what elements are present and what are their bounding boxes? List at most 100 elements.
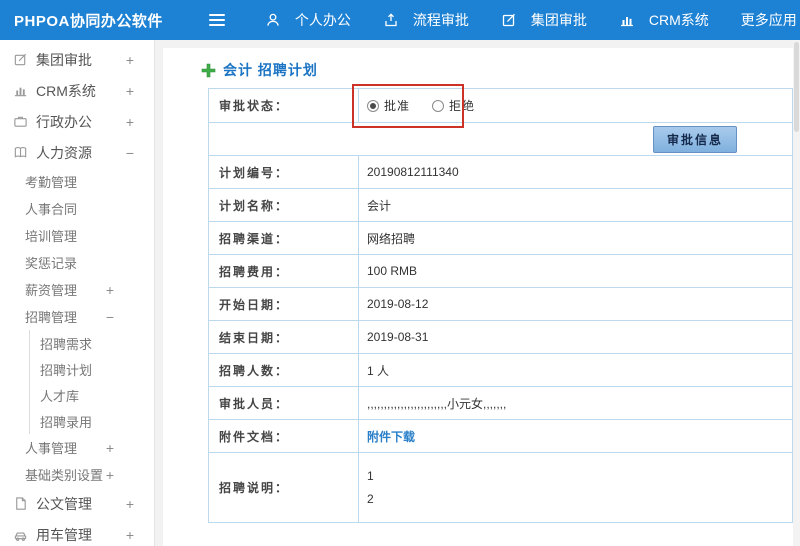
expand-toggle[interactable]: +: [126, 84, 134, 98]
sidebar-item-label: 基础类别设置: [25, 468, 104, 483]
field-label: 计划编号：: [209, 156, 359, 188]
sidebar-item-rewards[interactable]: 奖惩记录: [0, 249, 154, 276]
recruit-plan-detail-table: 审批状态： 批准 拒绝 审批信息 计划编号： 20190812111340 计划…: [208, 88, 793, 523]
field-label: 招聘费用：: [209, 255, 359, 287]
sidebar-item-vehicles[interactable]: 用车管理 +: [0, 519, 154, 546]
field-label: 招聘人数：: [209, 354, 359, 386]
field-value: 附件下载: [359, 420, 792, 452]
attachment-download-link[interactable]: 附件下载: [367, 428, 415, 445]
nav-group-approval[interactable]: 集团审批: [485, 0, 603, 40]
radio-button-icon[interactable]: [432, 99, 445, 112]
expand-toggle[interactable]: +: [106, 283, 114, 297]
page-title-row: 会计 招聘计划: [163, 48, 793, 80]
page-title: 会计 招聘计划: [223, 62, 318, 78]
sidebar-item-hr[interactable]: 人力资源 −: [0, 137, 154, 168]
form-row-description: 招聘说明： 1 2: [209, 453, 792, 523]
form-row-plan-number: 计划编号： 20190812111340: [209, 156, 792, 189]
radio-reject[interactable]: 拒绝: [432, 97, 475, 114]
bar-chart-icon: [619, 12, 636, 28]
field-label: 计划名称：: [209, 189, 359, 221]
scrollbar-thumb[interactable]: [794, 42, 799, 132]
scrollbar-track[interactable]: [793, 40, 800, 546]
field-value: 100 RMB: [367, 264, 418, 278]
field-value: 网络招聘: [367, 231, 416, 246]
field-value: 1 2: [359, 453, 792, 522]
nav-crm[interactable]: CRM系统: [603, 0, 725, 40]
sidebar-item-label: 人才库: [40, 388, 80, 404]
collapse-toggle[interactable]: −: [106, 310, 114, 324]
field-label: 审批人员：: [209, 387, 359, 419]
nav-item-label: CRM系统: [648, 12, 709, 28]
person-icon: [265, 12, 282, 28]
nav-item-label: 更多应用: [740, 12, 797, 28]
sidebar-item-label: 招聘管理: [25, 310, 78, 325]
sidebar-item-label: 奖惩记录: [25, 256, 78, 271]
sidebar-item-contracts[interactable]: 人事合同: [0, 195, 154, 222]
sidebar-item-personnel[interactable]: 人事管理 +: [0, 434, 154, 461]
expand-toggle[interactable]: +: [126, 53, 134, 67]
form-row-plan-name: 计划名称： 会计: [209, 189, 792, 222]
top-navbar: PHPOA协同办公软件 个人办公 流程审批 集团审批 CRM系统 更多应用: [0, 0, 800, 40]
document-icon: [12, 496, 29, 512]
sidebar-item-documents[interactable]: 公文管理 +: [0, 488, 154, 519]
collapse-toggle[interactable]: −: [126, 146, 134, 160]
car-icon: [12, 527, 29, 543]
sidebar-item-admin-office[interactable]: 行政办公 +: [0, 106, 154, 137]
sidebar-item-recruitment[interactable]: 招聘管理 −: [0, 303, 154, 330]
sidebar-item-label: 公文管理: [36, 495, 92, 512]
radio-button-icon[interactable]: [367, 99, 379, 112]
recruitment-submenu: 招聘需求 招聘计划 人才库 招聘录用: [29, 330, 154, 434]
bar-chart-icon: [12, 83, 29, 99]
field-label: 附件文档：: [209, 420, 359, 452]
field-value: 1 人: [367, 363, 390, 378]
nav-personal-office[interactable]: 个人办公: [249, 0, 367, 40]
sidebar-item-label: 集团审批: [36, 51, 92, 68]
expand-toggle[interactable]: +: [126, 528, 134, 542]
edit-square-icon: [501, 12, 518, 28]
form-row-cost: 招聘费用： 100 RMB: [209, 255, 792, 288]
sidebar-item-salary[interactable]: 薪资管理 +: [0, 276, 154, 303]
field-label: 结束日期：: [209, 321, 359, 353]
nav-item-label: 个人办公: [294, 12, 351, 28]
sidebar-item-talent-pool[interactable]: 人才库: [30, 382, 154, 408]
field-label: 审批状态：: [209, 89, 359, 122]
form-row-approvers: 审批人员： ,,,,,,,,,,,,,,,,,,,,,,,,小元女,,,,,,,: [209, 387, 792, 420]
sidebar-item-label: 培训管理: [25, 229, 78, 244]
menu-toggle-icon[interactable]: [203, 8, 231, 32]
radio-label: 批准: [384, 99, 411, 113]
field-value: 20190812111340: [367, 165, 459, 179]
sidebar-item-label: 招聘计划: [40, 362, 93, 378]
sidebar-item-label: 人力资源: [36, 144, 92, 161]
sidebar-item-group-approval[interactable]: 集团审批 +: [0, 44, 154, 75]
sidebar-item-label: 用车管理: [36, 526, 92, 543]
field-value: 2019-08-31: [367, 330, 429, 344]
sidebar-item-label: 人事管理: [25, 441, 78, 456]
expand-toggle[interactable]: +: [106, 468, 114, 482]
add-plus-icon: [201, 63, 216, 78]
approve-button-row: 审批信息: [209, 123, 792, 156]
sidebar-item-attendance[interactable]: 考勤管理: [0, 168, 154, 195]
top-nav-menu: 个人办公 流程审批 集团审批 CRM系统 更多应用: [249, 0, 800, 40]
sidebar-item-recruit-plan[interactable]: 招聘计划: [30, 356, 154, 382]
expand-toggle[interactable]: +: [126, 115, 134, 129]
field-value: 会计: [367, 198, 392, 213]
field-label: 开始日期：: [209, 288, 359, 320]
app-logo: PHPOA协同办公软件: [14, 12, 163, 30]
sidebar-item-base-category[interactable]: 基础类别设置 +: [0, 461, 154, 488]
sidebar-item-crm[interactable]: CRM系统 +: [0, 75, 154, 106]
approve-info-button[interactable]: 审批信息: [652, 125, 737, 153]
form-row-end-date: 结束日期： 2019-08-31: [209, 321, 792, 354]
expand-toggle[interactable]: +: [106, 441, 114, 455]
sidebar-item-recruit-hire[interactable]: 招聘录用: [30, 408, 154, 434]
radio-approve[interactable]: 批准: [367, 97, 410, 114]
sidebar: 集团审批 + CRM系统 + 行政办公 + 人力资源 − 考勤管理 人事合同 培…: [0, 40, 155, 546]
sidebar-item-recruit-demand[interactable]: 招聘需求: [30, 330, 154, 356]
sidebar-item-label: 考勤管理: [25, 175, 78, 190]
nav-process-approval[interactable]: 流程审批: [367, 0, 485, 40]
expand-toggle[interactable]: +: [126, 497, 134, 511]
form-row-approval-status: 审批状态： 批准 拒绝: [209, 89, 792, 123]
sidebar-item-training[interactable]: 培训管理: [0, 222, 154, 249]
description-line: 1: [367, 469, 374, 483]
sidebar-item-label: 人事合同: [25, 202, 78, 217]
nav-more-apps[interactable]: 更多应用: [725, 0, 800, 40]
